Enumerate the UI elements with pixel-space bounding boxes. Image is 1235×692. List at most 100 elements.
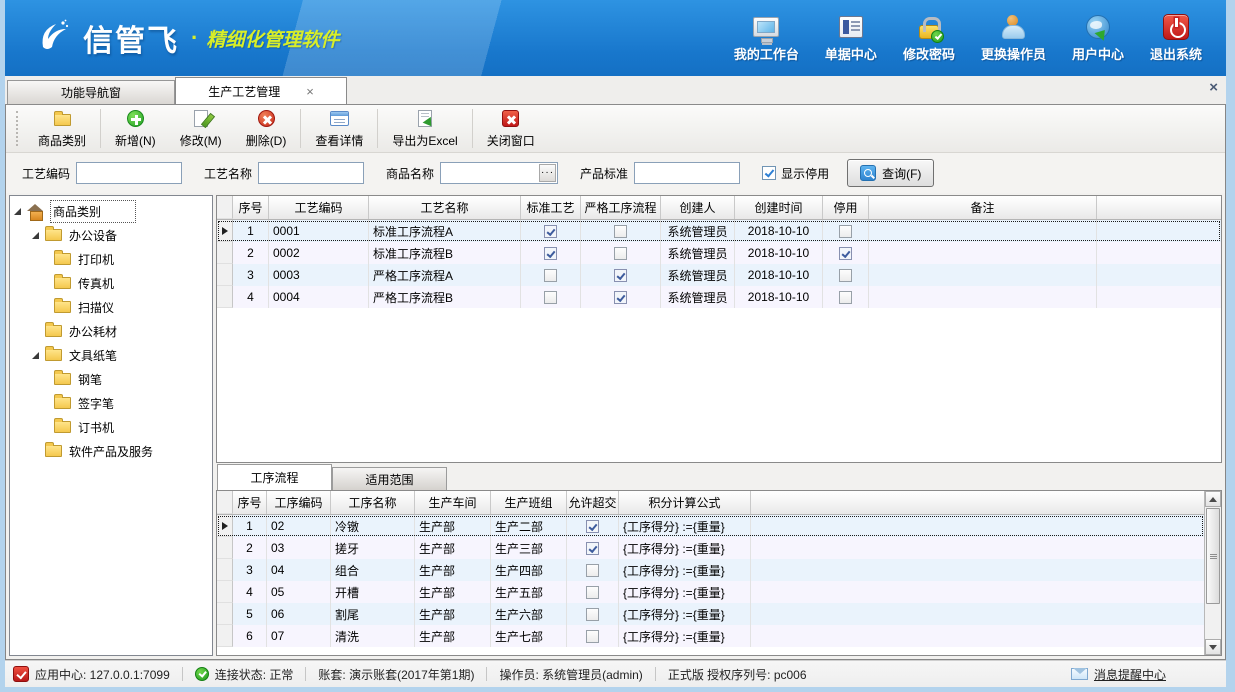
- table-row[interactable]: 4 05 开槽 生产部 生产五部 {工序得分} :={重量}: [217, 581, 1204, 603]
- header-strict-flow[interactable]: 严格工序流程: [581, 196, 661, 219]
- header-standard[interactable]: 标准工艺: [521, 196, 581, 219]
- strict-checkbox[interactable]: [614, 291, 627, 304]
- scroll-thumb[interactable]: [1206, 508, 1220, 604]
- tree-item-stationery[interactable]: 文具纸笔: [14, 343, 212, 367]
- expander-icon[interactable]: [32, 232, 39, 239]
- header-step-code[interactable]: 工序编码: [267, 491, 331, 514]
- tree-item-software-services[interactable]: 软件产品及服务: [14, 439, 212, 463]
- tree-item-fax[interactable]: 传真机: [14, 271, 212, 295]
- view-details-button[interactable]: 查看详情: [303, 105, 375, 152]
- product-category-button[interactable]: 商品类别: [26, 105, 98, 152]
- header-created[interactable]: 创建时间: [735, 196, 823, 219]
- strict-checkbox[interactable]: [614, 269, 627, 282]
- table-row[interactable]: 4 0004 严格工序流程B 系统管理员 2018-10-10: [217, 286, 1221, 308]
- row-indicator: [217, 286, 233, 308]
- scroll-track[interactable]: [1205, 507, 1221, 639]
- allow-over-checkbox[interactable]: [586, 608, 599, 621]
- tree-item-pen[interactable]: 钢笔: [14, 367, 212, 391]
- table-row[interactable]: 3 0003 严格工序流程A 系统管理员 2018-10-10: [217, 264, 1221, 286]
- header-formula[interactable]: 积分计算公式: [619, 491, 751, 514]
- tree-item-printer[interactable]: 打印机: [14, 247, 212, 271]
- show-disabled-checkbox[interactable]: [762, 166, 776, 180]
- expander-icon[interactable]: [14, 208, 21, 215]
- header-remark[interactable]: 备注: [869, 196, 1097, 219]
- globe-icon: [1083, 13, 1113, 41]
- detail-tab-process-flow[interactable]: 工序流程: [217, 464, 332, 490]
- table-row[interactable]: 2 03 搓牙 生产部 生产三部 {工序得分} :={重量}: [217, 537, 1204, 559]
- delete-button[interactable]: 删除(D): [234, 105, 299, 152]
- table-row[interactable]: 5 06 割尾 生产部 生产六部 {工序得分} :={重量}: [217, 603, 1204, 625]
- header-seq[interactable]: 序号: [233, 196, 269, 219]
- titlebar: 信管飞 · 精细化管理软件 我的工作台 单据中心 修改密码 更换操作员: [5, 0, 1226, 76]
- header-workshop[interactable]: 生产车间: [415, 491, 491, 514]
- edit-button[interactable]: 修改(M): [168, 105, 234, 152]
- disabled-checkbox[interactable]: [839, 225, 852, 238]
- process-code-input[interactable]: [76, 162, 182, 184]
- tab-close-icon[interactable]: ×: [306, 84, 314, 99]
- export-excel-button[interactable]: 导出为Excel: [380, 105, 469, 152]
- standard-checkbox[interactable]: [544, 247, 557, 260]
- table-row[interactable]: 2 0002 标准工序流程B 系统管理员 2018-10-10: [217, 242, 1221, 264]
- allow-over-checkbox[interactable]: [586, 542, 599, 555]
- document-center-button[interactable]: 单据中心: [825, 13, 877, 63]
- scroll-up-button[interactable]: [1205, 491, 1221, 507]
- tree-item-stapler[interactable]: 订书机: [14, 415, 212, 439]
- standard-checkbox[interactable]: [544, 269, 557, 282]
- tabstrip-close-icon[interactable]: ×: [1209, 80, 1218, 95]
- tree-item-sign-pen[interactable]: 签字笔: [14, 391, 212, 415]
- add-button[interactable]: 新增(N): [103, 105, 168, 152]
- tab-process-management[interactable]: 生产工艺管理 ×: [175, 77, 347, 104]
- header-disabled[interactable]: 停用: [823, 196, 869, 219]
- disabled-checkbox[interactable]: [839, 247, 852, 260]
- scroll-down-button[interactable]: [1205, 639, 1221, 655]
- header-step-seq[interactable]: 序号: [233, 491, 267, 514]
- toolbar-separator: [472, 109, 473, 148]
- tab-function-nav[interactable]: 功能导航窗: [7, 80, 175, 104]
- vertical-scrollbar[interactable]: [1204, 491, 1221, 655]
- disabled-checkbox[interactable]: [839, 269, 852, 282]
- table-row[interactable]: 1 02 冷镦 生产部 生产二部 {工序得分} :={重量}: [217, 515, 1204, 537]
- expander-icon[interactable]: [32, 352, 39, 359]
- folder-icon: [45, 445, 62, 457]
- header-creator[interactable]: 创建人: [661, 196, 735, 219]
- workbench-button[interactable]: 我的工作台: [734, 13, 799, 63]
- row-indicator: [217, 559, 233, 581]
- detail-tab-scope[interactable]: 适用范围: [332, 467, 447, 490]
- message-center-link[interactable]: 消息提醒中心: [1071, 666, 1166, 683]
- tree-item-scanner[interactable]: 扫描仪: [14, 295, 212, 319]
- exit-system-button[interactable]: 退出系统: [1150, 13, 1202, 63]
- app-logo: 信管飞 · 精细化管理软件: [35, 16, 339, 60]
- header-team[interactable]: 生产班组: [491, 491, 567, 514]
- strict-checkbox[interactable]: [614, 247, 627, 260]
- header-process-name[interactable]: 工艺名称: [369, 196, 521, 219]
- query-button[interactable]: 查询(F): [847, 159, 934, 187]
- standard-checkbox[interactable]: [544, 291, 557, 304]
- standard-checkbox[interactable]: [544, 225, 557, 238]
- table-row[interactable]: 6 07 清洗 生产部 生产七部 {工序得分} :={重量}: [217, 625, 1204, 647]
- current-row-arrow-icon: [222, 227, 228, 235]
- product-standard-input[interactable]: [634, 162, 740, 184]
- strict-checkbox[interactable]: [614, 225, 627, 238]
- allow-over-checkbox[interactable]: [586, 520, 599, 533]
- header-process-code[interactable]: 工艺编码: [269, 196, 369, 219]
- toolbar-grip[interactable]: [16, 111, 22, 146]
- allow-over-checkbox[interactable]: [586, 630, 599, 643]
- row-indicator: [217, 242, 233, 264]
- header-allow-over[interactable]: 允许超交: [567, 491, 619, 514]
- user-center-button[interactable]: 用户中心: [1072, 13, 1124, 63]
- disabled-checkbox[interactable]: [839, 291, 852, 304]
- change-password-button[interactable]: 修改密码: [903, 13, 955, 63]
- tree-item-root[interactable]: 商品类别: [14, 199, 212, 223]
- table-row[interactable]: 3 04 组合 生产部 生产四部 {工序得分} :={重量}: [217, 559, 1204, 581]
- tree-item-office-equipment[interactable]: 办公设备: [14, 223, 212, 247]
- tree-item-office-supplies[interactable]: 办公耗材: [14, 319, 212, 343]
- process-name-input[interactable]: [258, 162, 364, 184]
- allow-over-checkbox[interactable]: [586, 586, 599, 599]
- allow-over-checkbox[interactable]: [586, 564, 599, 577]
- switch-operator-button[interactable]: 更换操作员: [981, 13, 1046, 63]
- close-window-button[interactable]: 关闭窗口: [475, 105, 547, 152]
- header-step-name[interactable]: 工序名称: [331, 491, 415, 514]
- table-row[interactable]: 1 0001 标准工序流程A 系统管理员 2018-10-10: [217, 220, 1221, 242]
- product-name-label: 商品名称: [386, 165, 434, 182]
- browse-ellipsis-button[interactable]: ···: [539, 164, 556, 182]
